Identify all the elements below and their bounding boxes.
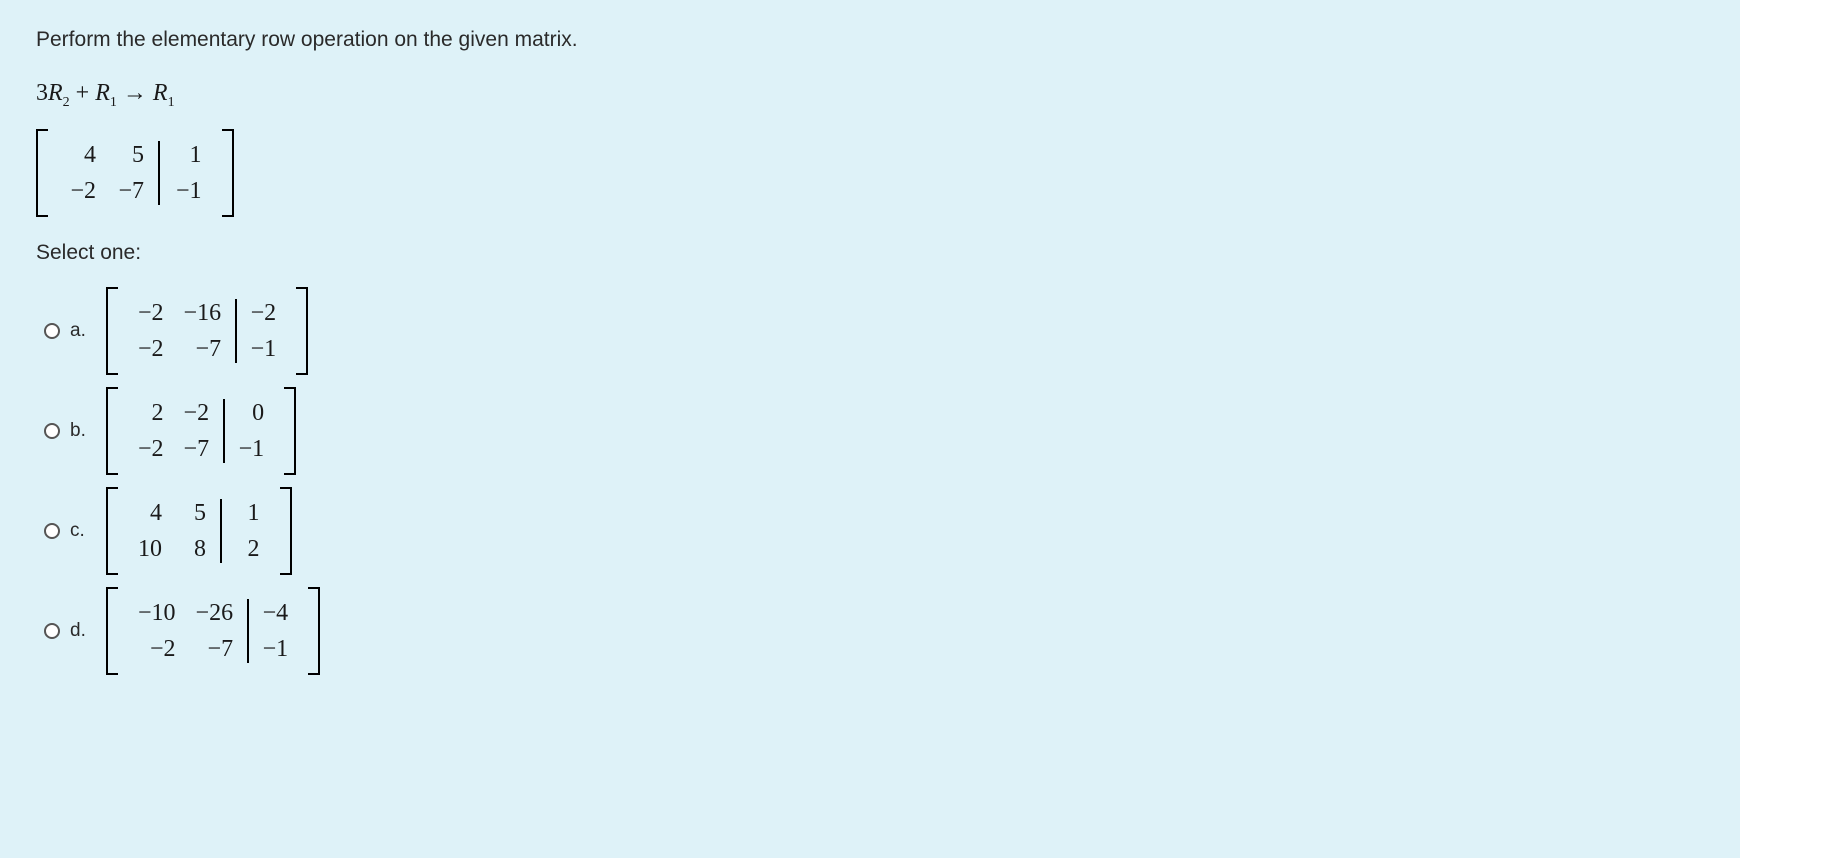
matrix-cell: −2 [138, 295, 164, 331]
matrix-cell: −2 [138, 331, 164, 367]
augmentation-bar [223, 399, 225, 463]
matrix-cell: 8 [182, 531, 206, 567]
question-prompt: Perform the elementary row operation on … [36, 28, 1704, 52]
matrix-cell: −1 [239, 431, 265, 467]
matrix-cell: −7 [184, 431, 210, 467]
matrix-cell: −10 [138, 595, 176, 631]
matrix-cell: −2 [68, 173, 96, 209]
row-operation: 3R2 + R1 → R1 [36, 80, 1704, 111]
select-one-label: Select one: [36, 241, 1704, 265]
matrix-cell: −1 [174, 173, 202, 209]
matrix-cell: 10 [138, 531, 162, 567]
matrix-cell: −2 [184, 395, 210, 431]
matrix-cell: −7 [116, 173, 144, 209]
matrix-cell: −7 [184, 331, 222, 367]
question-container: Perform the elementary row operation on … [0, 0, 1740, 858]
augmentation-bar [235, 299, 237, 363]
option-letter: d. [70, 620, 92, 642]
radio-d[interactable] [44, 623, 60, 639]
matrix-cell: −7 [196, 631, 234, 667]
option-letter: a. [70, 320, 92, 342]
matrix-cell: −4 [263, 595, 289, 631]
option-letter: c. [70, 520, 92, 542]
matrix-cell: 2 [236, 531, 260, 567]
matrix-cell: 4 [138, 495, 162, 531]
radio-c[interactable] [44, 523, 60, 539]
matrix-cell: −2 [138, 631, 176, 667]
matrix-cell: −2 [138, 431, 164, 467]
matrix-cell: 5 [116, 137, 144, 173]
radio-a[interactable] [44, 323, 60, 339]
given-matrix: 4 −2 5 −7 1 −1 [36, 129, 1704, 217]
option-letter: b. [70, 420, 92, 442]
matrix-cell: 1 [236, 495, 260, 531]
matrix-cell: −26 [196, 595, 234, 631]
option-c[interactable]: c. 4 10 5 8 1 2 [36, 481, 1704, 581]
matrix-cell: −2 [251, 295, 277, 331]
matrix-cell: 2 [138, 395, 164, 431]
option-a[interactable]: a. −2 −2 −16 −7 −2 −1 [36, 281, 1704, 381]
augmentation-bar [158, 141, 160, 205]
matrix-cell: 5 [182, 495, 206, 531]
augmentation-bar [220, 499, 222, 563]
matrix-cell: 1 [174, 137, 202, 173]
augmentation-bar [247, 599, 249, 663]
matrix-cell: 4 [68, 137, 96, 173]
option-d[interactable]: d. −10 −2 −26 −7 −4 −1 [36, 581, 1704, 681]
matrix-cell: 0 [239, 395, 265, 431]
matrix-cell: −1 [263, 631, 289, 667]
option-b[interactable]: b. 2 −2 −2 −7 0 −1 [36, 381, 1704, 481]
matrix-cell: −1 [251, 331, 277, 367]
radio-b[interactable] [44, 423, 60, 439]
matrix-cell: −16 [184, 295, 222, 331]
